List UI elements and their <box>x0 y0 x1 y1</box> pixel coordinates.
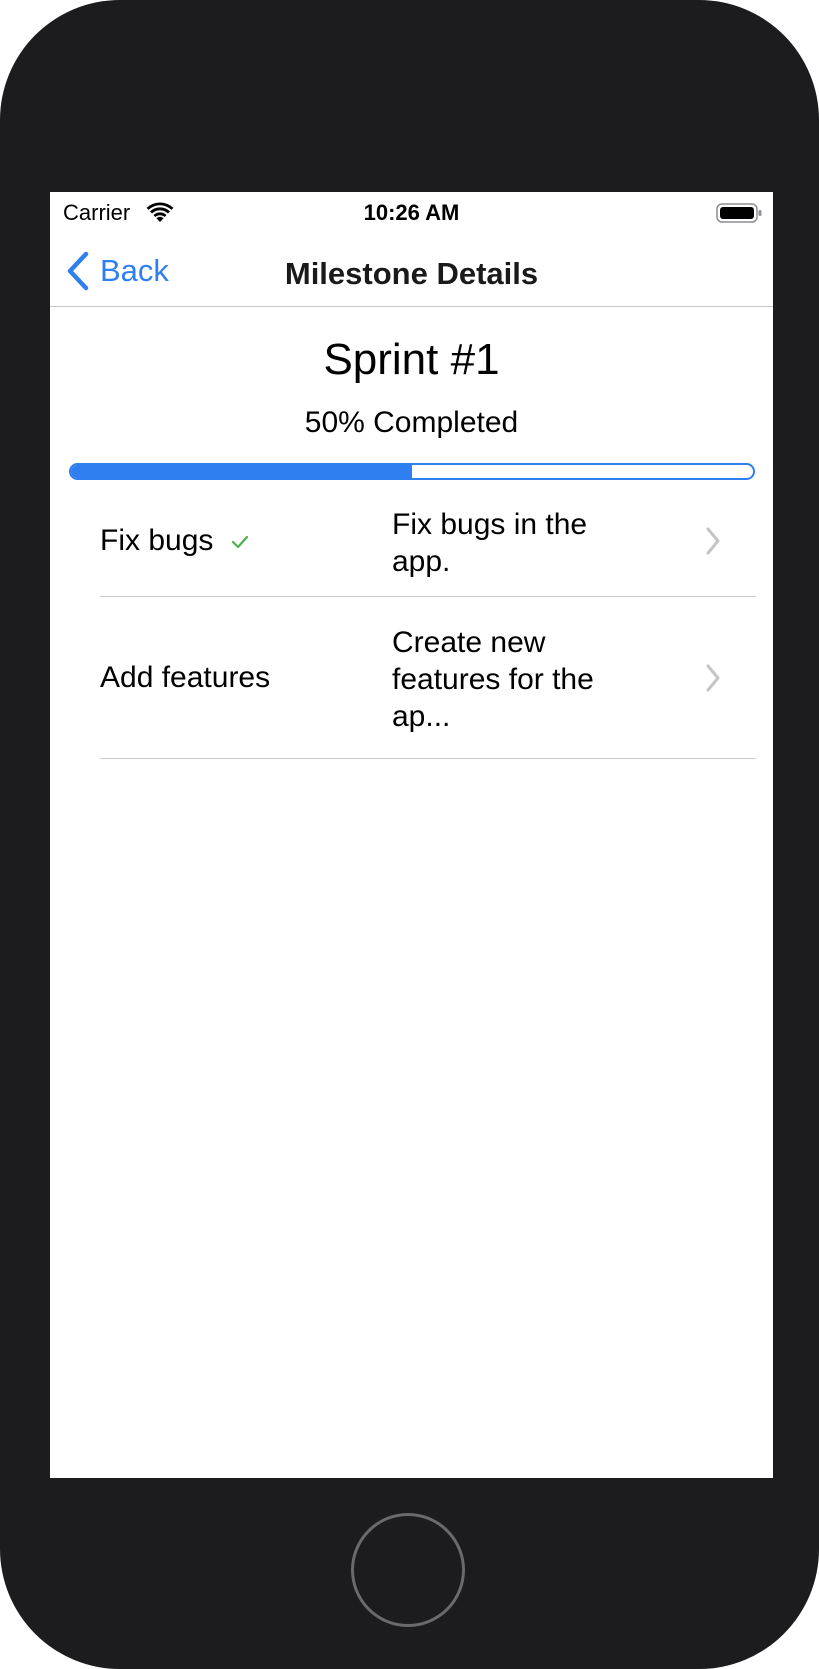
task-description: Fix bugs in the app. <box>392 508 588 578</box>
list-item[interactable]: Add features Create new features for the… <box>50 597 773 759</box>
list-item[interactable]: Fix bugs Fix bugs in the app. <box>50 486 773 597</box>
home-button[interactable] <box>351 1513 465 1627</box>
progress-bar-fill <box>71 465 412 478</box>
task-description: Create new features for the ap... <box>392 626 594 733</box>
battery-icon <box>716 203 762 223</box>
app-screen: Carrier 10:26 AM Back Milestone Details … <box>50 192 773 1478</box>
device-frame: Carrier 10:26 AM Back Milestone Details … <box>0 0 819 1669</box>
status-time: 10:26 AM <box>363 200 460 225</box>
page-title: Milestone Details <box>284 256 539 291</box>
progress-bar <box>69 463 755 480</box>
task-list: Fix bugs Fix bugs in the app. Add featur… <box>50 486 773 759</box>
progress-label: 50% Completed <box>304 406 519 439</box>
milestone-title: Sprint #1 <box>323 335 500 384</box>
check-icon <box>232 535 249 549</box>
task-name: Add features <box>100 661 271 694</box>
row-divider <box>100 758 756 759</box>
chevron-right-icon <box>706 664 720 692</box>
chevron-right-icon <box>706 527 720 555</box>
status-bar: Carrier 10:26 AM <box>50 192 773 236</box>
navigation-bar: Back Milestone Details <box>50 236 773 307</box>
task-name-label: Fix bugs <box>100 524 214 557</box>
task-name: Fix bugs <box>100 524 249 558</box>
